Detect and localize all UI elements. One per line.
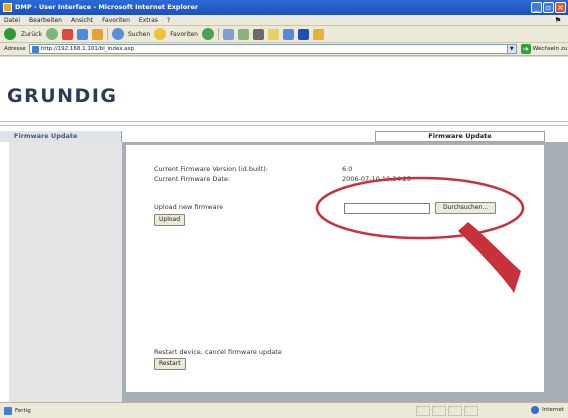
header-divider	[0, 125, 568, 126]
status-cell	[448, 406, 462, 416]
favorites-button-label[interactable]: Favoriten	[170, 31, 198, 38]
home-icon[interactable]	[91, 28, 103, 40]
restart-label: Restart device, cancel firmware update	[154, 348, 282, 356]
mail-icon[interactable]	[237, 28, 249, 40]
go-arrow-icon[interactable]: ➔	[520, 44, 531, 54]
favorites-star-icon[interactable]	[154, 28, 167, 40]
toolbar-separator	[217, 28, 219, 40]
back-arrow-icon[interactable]	[4, 28, 16, 40]
menu-item-extras[interactable]: Extras	[139, 17, 158, 24]
globe-icon	[531, 406, 540, 414]
history-icon[interactable]	[222, 28, 234, 40]
close-button[interactable]: ×	[555, 2, 566, 13]
forward-arrow-icon[interactable]	[45, 28, 58, 40]
status-bar: Fertig Internet	[0, 402, 568, 418]
firmware-date-label: Current Firmware Date:	[154, 175, 231, 183]
messenger-icon[interactable]	[282, 28, 294, 40]
sidebar-panel	[9, 142, 122, 402]
menu-item-datei[interactable]: Datei	[4, 17, 20, 24]
restart-button[interactable]: Restart	[154, 358, 186, 370]
security-zone: Internet	[531, 406, 564, 414]
firmware-update-panel: Current Firmware Version (id.built): 6.0…	[126, 145, 544, 392]
address-dropdown-icon[interactable]: ▼	[506, 45, 516, 53]
tab-firmware-update[interactable]: Firmware Update	[375, 131, 545, 142]
menu-bar: Datei Bearbeiten Ansicht Favoriten Extra…	[0, 15, 568, 26]
address-input[interactable]: http://192.168.1.101/bl_index.asp ▼	[28, 44, 517, 54]
window-controls: _ ▫ ×	[531, 2, 566, 13]
print-icon[interactable]	[252, 28, 264, 40]
ie-app-icon	[3, 3, 12, 12]
menu-item-help[interactable]: ?	[167, 17, 170, 24]
tools-icon[interactable]	[312, 28, 324, 40]
refresh-icon[interactable]	[76, 28, 88, 40]
sidebar-item-firmware-update[interactable]: Firmware Update	[0, 131, 122, 142]
window-titlebar: DMP - User Interface - Microsoft Interne…	[0, 0, 568, 15]
toolbar-separator	[106, 28, 108, 40]
grundig-logo: GRUNDIG	[7, 85, 118, 107]
search-button-label[interactable]: Suchen	[128, 31, 150, 38]
go-button-label[interactable]: Wechseln zu	[533, 46, 567, 52]
page-viewport: GRUNDIG Firmware Update Firmware Update …	[0, 57, 568, 402]
bluetooth-icon[interactable]	[297, 28, 309, 40]
address-bar: Adresse http://192.168.1.101/bl_index.as…	[0, 43, 568, 56]
search-icon[interactable]	[111, 28, 124, 40]
media-icon[interactable]	[201, 28, 214, 40]
firmware-file-input[interactable]	[344, 203, 430, 214]
folder-icon[interactable]	[267, 28, 279, 40]
zone-label: Internet	[542, 407, 564, 413]
status-text: Fertig	[15, 407, 31, 414]
page-icon	[31, 45, 39, 53]
back-button-label[interactable]: Zurück	[21, 31, 42, 38]
windows-logo-icon: ⚑	[554, 16, 562, 25]
browser-toolbar: Zurück Suchen Favoriten	[0, 26, 568, 43]
firmware-version-value: 6.0	[342, 165, 353, 173]
browse-button[interactable]: Durchsuchen...	[435, 202, 496, 214]
stop-icon[interactable]	[61, 28, 73, 40]
minimize-button[interactable]: _	[531, 2, 542, 13]
upload-firmware-label: Upload new firmware	[154, 203, 224, 211]
firmware-version-label: Current Firmware Version (id.built):	[154, 165, 268, 173]
address-label: Adresse	[4, 46, 26, 52]
window-title: DMP - User Interface - Microsoft Interne…	[15, 3, 199, 11]
header-divider	[0, 121, 568, 122]
status-cell	[416, 406, 430, 416]
maximize-button[interactable]: ▫	[543, 2, 554, 13]
menu-item-ansicht[interactable]: Ansicht	[71, 17, 93, 24]
status-cells	[416, 406, 478, 416]
page-status-icon	[4, 406, 12, 415]
status-cell	[432, 406, 446, 416]
firmware-date-value: 2006-07-10 10:34:25	[342, 175, 412, 183]
upload-button[interactable]: Upload	[154, 214, 186, 226]
menu-item-bearbeiten[interactable]: Bearbeiten	[29, 17, 62, 24]
nav-strip: Firmware Update Firmware Update	[0, 131, 568, 142]
menu-item-favoriten[interactable]: Favoriten	[102, 17, 130, 24]
status-cell	[464, 406, 478, 416]
address-url[interactable]: http://192.168.1.101/bl_index.asp	[41, 46, 505, 52]
